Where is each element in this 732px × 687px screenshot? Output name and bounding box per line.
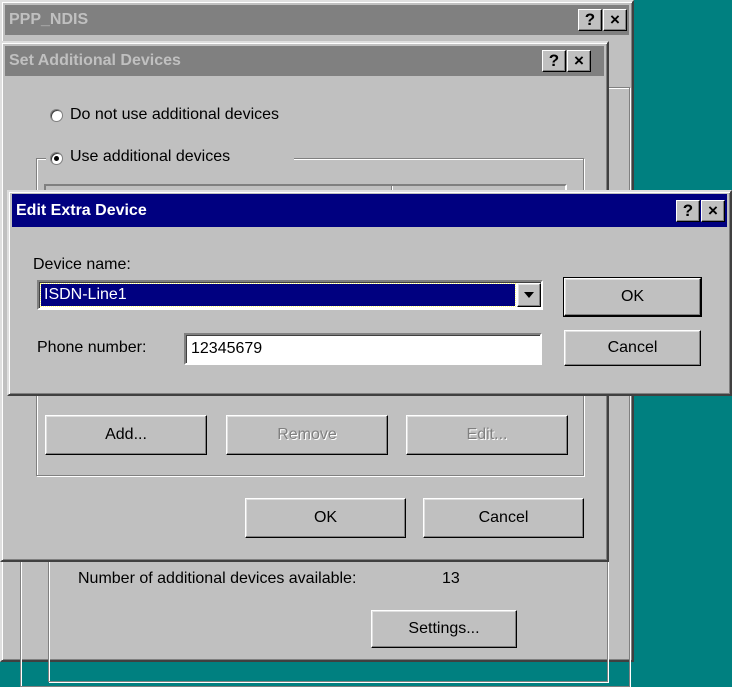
device-name-value: ISDN-Line1 (44, 286, 127, 303)
help-icon[interactable]: ? (578, 9, 602, 31)
close-icon[interactable]: × (567, 50, 591, 72)
ppp-ndis-title: PPP_NDIS (9, 11, 89, 28)
additional-dialog-titlebar: Set Additional Devices (5, 46, 604, 76)
available-devices-label: Number of additional devices available: (78, 570, 357, 587)
edit-button[interactable]: Edit... (406, 415, 568, 455)
remove-button[interactable]: Remove (226, 415, 388, 455)
device-name-combobox[interactable]: ISDN-Line1 (37, 280, 543, 310)
available-devices-count: 13 (442, 570, 460, 587)
edit-ok-button[interactable]: OK (563, 277, 702, 317)
edit-extra-device-dialog: Edit Extra Device ? × Device name: ISDN-… (7, 190, 732, 396)
close-icon[interactable]: × (701, 200, 725, 222)
radio-none-label[interactable]: Do not use additional devices (70, 106, 279, 124)
device-name-selection: ISDN-Line1 (40, 283, 516, 307)
edit-dialog-title: Edit Extra Device (16, 201, 147, 219)
radio-button[interactable] (50, 152, 63, 165)
phone-number-label: Phone number: (37, 339, 147, 356)
close-icon[interactable]: × (603, 9, 627, 31)
additional-cancel-button[interactable]: Cancel (423, 498, 584, 538)
ppp-ndis-titlebar: PPP_NDIS (5, 5, 629, 35)
phone-number-field[interactable]: 12345679 (184, 333, 542, 365)
add-button[interactable]: Add... (45, 415, 207, 455)
additional-dialog-title: Set Additional Devices (9, 52, 181, 69)
edit-dialog-titlebar: Edit Extra Device (12, 194, 727, 227)
radio-button[interactable] (50, 109, 63, 122)
additional-ok-button[interactable]: OK (245, 498, 406, 538)
help-icon[interactable]: ? (676, 200, 700, 222)
edit-cancel-button[interactable]: Cancel (564, 330, 701, 366)
help-icon[interactable]: ? (542, 50, 566, 72)
phone-number-value: 12345679 (191, 340, 263, 357)
device-name-label: Device name: (33, 256, 131, 273)
dropdown-arrow-icon[interactable] (517, 283, 541, 307)
settings-button[interactable]: Settings... (371, 610, 517, 648)
radio-use-label[interactable]: Use additional devices (70, 148, 230, 166)
